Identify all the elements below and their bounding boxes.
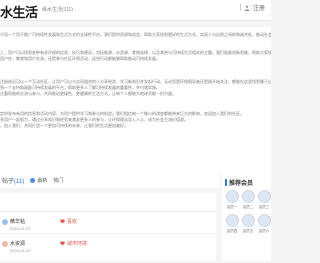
avatar — [225, 214, 239, 227]
panel-title: 推荐会员 — [225, 178, 253, 187]
topic-tag[interactable]: 城市环境 — [60, 240, 87, 247]
post-meta-bar: 帖子(11) 最新 热门 — [0, 173, 220, 188]
intro-paragraph: 用户在，教育和用户交流，还是参与社区环保活动，这些行动都能够帮助推动可持续发展。 — [0, 56, 160, 62]
list-item[interactable]: 水资源 2024-01-02 城市环境 — [0, 233, 216, 263]
avatar — [241, 190, 255, 203]
post-date: 2024-01-01 — [10, 226, 31, 231]
site-subtitle: 缘水生活(111) — [42, 7, 73, 13]
tab-hot[interactable]: 热门 — [53, 177, 63, 184]
member-card[interactable]: 会员五 — [241, 214, 255, 234]
divider — [0, 211, 216, 212]
member-name: 会员三 — [258, 205, 270, 209]
member-card[interactable]: 会员四 — [225, 214, 239, 234]
avatar — [257, 190, 271, 203]
intro-paragraph: ，加入我们，共同打造一个更加可持续的未来，让我们的生活更加美好。 — [0, 123, 128, 129]
intro-paragraph: 注重积极的交流与参与，共同推动更绿色、更健康的生活方式，让每个人都能为地球贡献一… — [0, 91, 176, 97]
member-grid: 会员一 会员二 会员三 会员四 会员五 会员六 — [225, 190, 271, 234]
title-accent — [225, 179, 227, 186]
member-name: 会员五 — [242, 229, 254, 233]
intro-section: 介绍一个用于推广可持续性发展和生活方式的全球性平台。我们提供资源和机会，帮助大家… — [0, 27, 271, 173]
avatar — [241, 214, 255, 227]
avatar — [257, 214, 271, 227]
post-count: 帖子(11) — [0, 176, 24, 185]
like-tag[interactable]: 喜欢 — [60, 218, 77, 225]
intro-paragraph: 介绍一个用于推广可持续性发展和生活方式的全球性平台。我们提供资源和机会，帮助大家… — [0, 32, 271, 37]
post-date: 2024-01-02 — [10, 248, 31, 253]
member-card[interactable]: 会员二 — [241, 190, 255, 210]
tab-hot-label: 热门 — [53, 178, 64, 184]
divider — [0, 233, 216, 234]
like-tag-label: 喜欢 — [67, 219, 78, 225]
tab-latest[interactable]: 最新 — [30, 177, 47, 184]
member-name: 会员四 — [226, 229, 238, 233]
member-card[interactable]: 会员六 — [257, 214, 271, 234]
post-count-label: 帖子 — [2, 179, 15, 185]
topic-tag-label: 城市环境 — [67, 241, 88, 247]
register-link[interactable]: 注册 — [253, 3, 265, 12]
member-name: 会员六 — [258, 229, 270, 233]
login-area[interactable]: 注册 — [239, 3, 265, 12]
avatar — [225, 190, 239, 203]
member-card[interactable]: 会员一 — [225, 190, 239, 210]
divider — [239, 4, 241, 11]
tab-latest-label: 最新 — [37, 178, 48, 184]
post-list: 精华帖 2024-01-01 喜欢 水资源 2024-01-02 城市环境 — [0, 193, 216, 261]
panel-title-text: 推荐会员 — [229, 181, 254, 187]
avatar — [2, 241, 8, 247]
user-icon — [244, 5, 250, 11]
heart-icon — [60, 219, 65, 224]
heart-icon — [60, 241, 65, 246]
member-name: 会员二 — [242, 205, 254, 209]
site-logo[interactable]: 水生活 — [0, 2, 38, 21]
avatar — [2, 219, 8, 225]
top-bar: 水生活 缘水生活(111) 注册 — [0, 0, 271, 21]
post-title[interactable]: 水资源 — [10, 240, 25, 247]
member-card[interactable]: 会员三 — [257, 190, 271, 210]
post-count-value: (11) — [14, 179, 25, 185]
recommended-members-panel: 推荐会员 会员一 会员二 会员三 会员四 会员五 会员六 — [222, 173, 271, 261]
latest-dot-icon — [30, 178, 36, 183]
member-name: 会员一 — [226, 205, 238, 209]
post-title[interactable]: 精华帖 — [10, 218, 25, 225]
